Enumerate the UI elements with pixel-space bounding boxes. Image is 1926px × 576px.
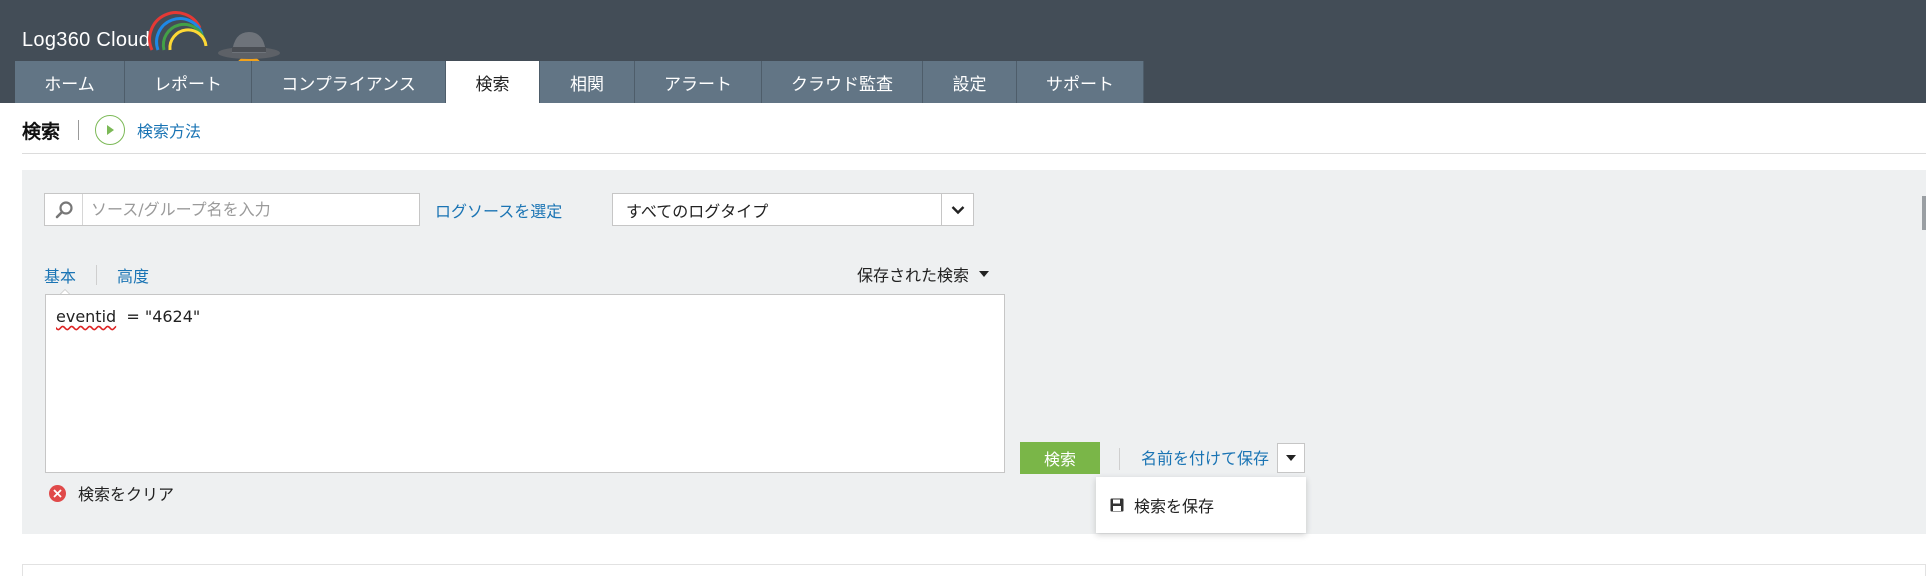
query-editor[interactable]: eventid = "4624": [45, 294, 1005, 473]
chevron-down-icon[interactable]: [941, 194, 973, 225]
source-search-box: [44, 193, 420, 226]
page-title: 検索: [22, 120, 61, 143]
tab-reports[interactable]: レポート: [125, 61, 252, 103]
how-to-search-link[interactable]: 検索方法: [137, 118, 201, 142]
saved-searches-label: 保存された検索: [857, 266, 970, 285]
tab-compliance[interactable]: コンプライアンス: [252, 61, 446, 103]
tab-basic[interactable]: 基本: [44, 263, 76, 287]
play-icon[interactable]: [95, 115, 126, 145]
tab-cloud-audit[interactable]: クラウド監査: [762, 61, 923, 103]
caret-down-icon: [979, 271, 990, 277]
divider: [22, 153, 1926, 154]
right-edge-handle: [1922, 196, 1926, 230]
results-panel: [22, 564, 1926, 576]
search-button[interactable]: 検索: [1020, 442, 1100, 474]
caret-down-icon: [1286, 455, 1296, 461]
search-panel: ログソースを選定 すべてのログタイプ 基本 高度 保存された検索 eventid…: [22, 170, 1926, 534]
query-mode-tabs: 基本 高度: [44, 263, 149, 296]
saved-searches-dropdown[interactable]: 保存された検索: [857, 262, 990, 286]
select-log-source-link[interactable]: ログソースを選定: [435, 198, 562, 222]
clear-search-button[interactable]: 検索をクリア: [49, 481, 174, 505]
tab-support[interactable]: サポート: [1017, 61, 1144, 103]
mode-divider: [96, 265, 98, 285]
tab-settings[interactable]: 設定: [923, 61, 1017, 103]
search-icon: [45, 194, 83, 225]
source-search-input[interactable]: [83, 194, 419, 225]
tab-alerts[interactable]: アラート: [635, 61, 762, 103]
rainbow-arcs-logo-icon: [148, 11, 208, 51]
query-field-name: eventid: [56, 307, 117, 326]
button-divider: [1119, 448, 1120, 470]
logo-text: Log360 Cloud: [22, 29, 151, 51]
title-divider: [78, 120, 80, 140]
log-type-value: すべてのログタイプ: [626, 201, 769, 221]
log-type-select[interactable]: すべてのログタイプ: [612, 193, 974, 226]
tab-search[interactable]: 検索: [446, 61, 540, 103]
save-search-menu-item[interactable]: 検索を保存: [1134, 493, 1214, 517]
save-options-toggle[interactable]: [1277, 443, 1305, 473]
main-nav: ホーム レポート コンプライアンス 検索 相関 アラート クラウド監査 設定 サ…: [15, 61, 1144, 103]
floppy-disk-icon: [1110, 498, 1124, 512]
clear-search-label: 検索をクリア: [78, 485, 175, 504]
close-circle-icon: [49, 484, 66, 502]
tab-home[interactable]: ホーム: [15, 61, 125, 103]
page-title-bar: 検索 検索方法: [22, 112, 201, 148]
save-as-link[interactable]: 名前を付けて保存: [1141, 445, 1269, 469]
app-header: Log360 Cloud ホーム レポート コンプライアンス 検索 相関 アラー…: [0, 0, 1926, 103]
query-expression: = "4624": [116, 307, 201, 326]
save-options-menu: 検索を保存: [1096, 477, 1306, 533]
tab-correlation[interactable]: 相関: [540, 61, 635, 103]
tab-advanced[interactable]: 高度: [117, 263, 149, 287]
